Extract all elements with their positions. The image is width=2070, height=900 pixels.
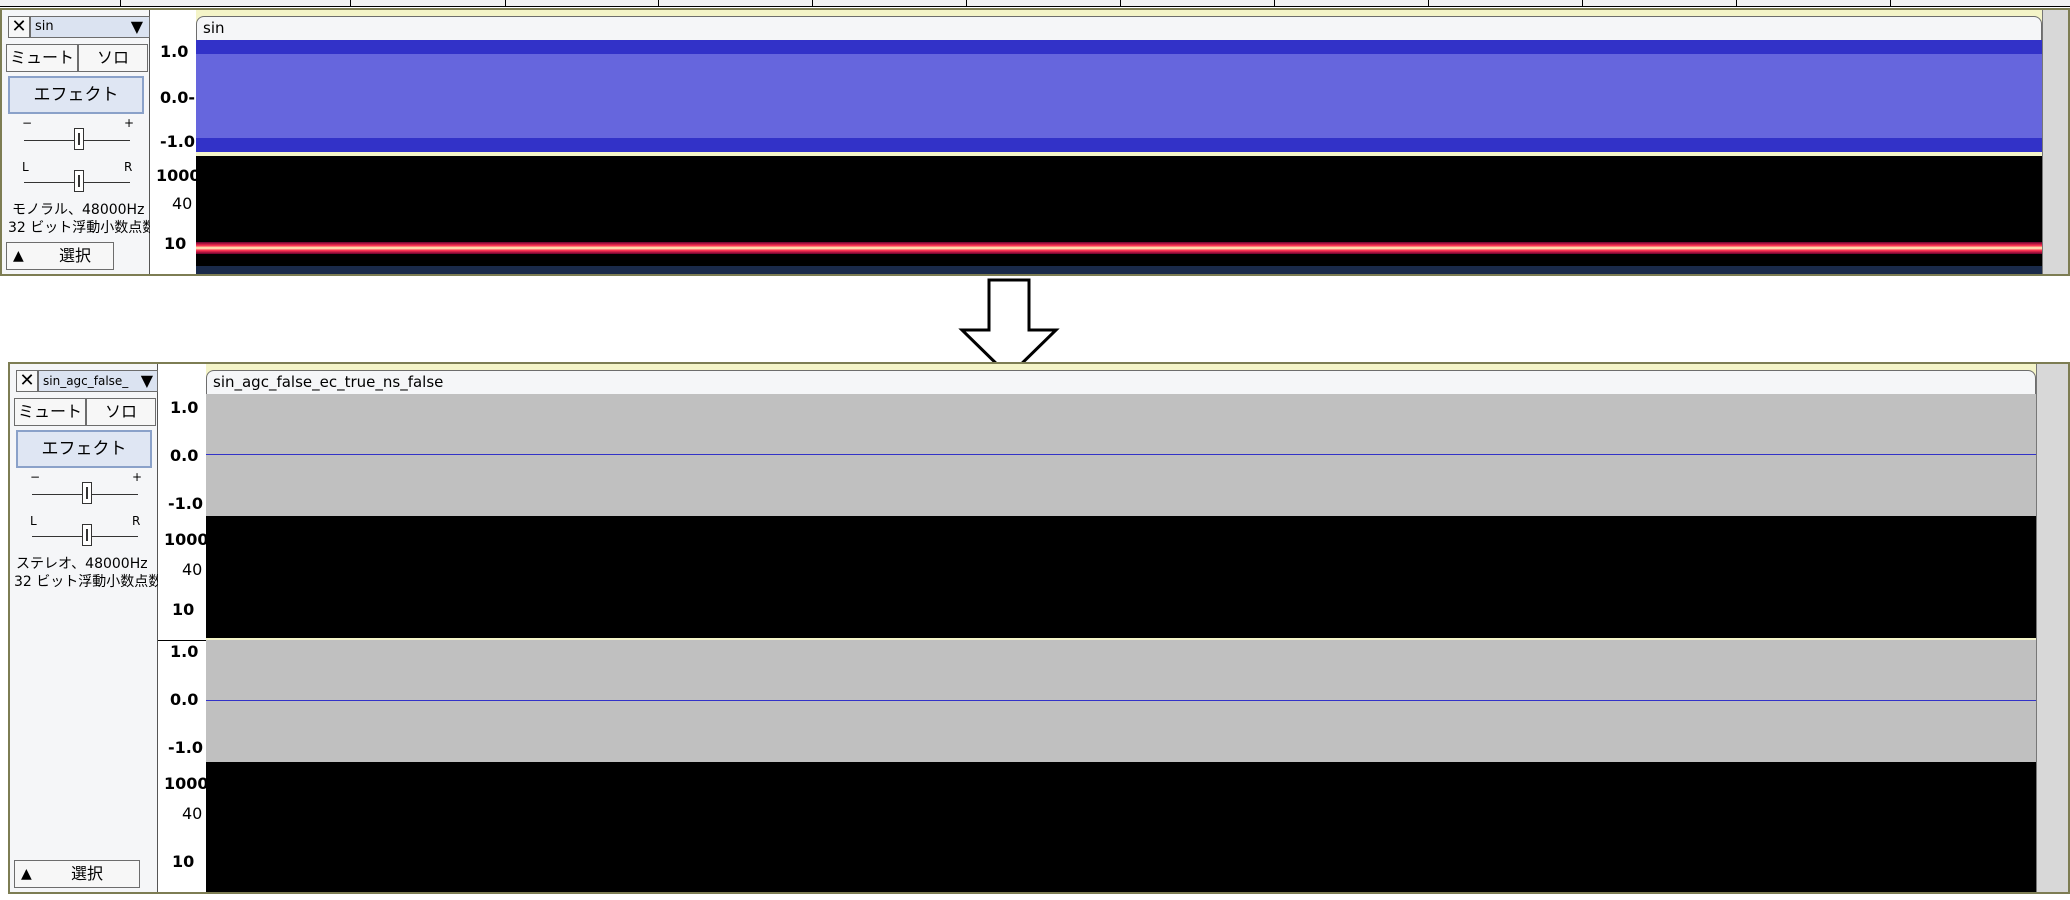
mute-button[interactable]: ミュート (6, 44, 78, 72)
clip-title: sin_agc_false_ec_true_ns_false (213, 373, 444, 391)
collapse-up-icon: ▲ (21, 866, 32, 882)
track-control-panel: ✕ sin_agc_false_ ▼ ミュート ソロ エフェクト − + L R… (10, 364, 162, 892)
waveform-peak-top (196, 40, 2042, 54)
chevron-down-icon: ▼ (140, 371, 153, 390)
solo-button[interactable]: ソロ (86, 398, 156, 426)
spectrogram-area-right[interactable] (206, 762, 2036, 892)
spec-scale-mid: 40 (182, 804, 203, 823)
track-control-panel: ✕ sin ▼ ミュート ソロ エフェクト − + L R モノラル、48000… (2, 10, 156, 274)
gain-plus-label: + (124, 116, 135, 130)
waveform-area[interactable] (196, 40, 2042, 152)
ruler-tick (1274, 0, 1275, 6)
spec-scale-top: 1000 (164, 530, 209, 549)
waveform-center-line (206, 700, 2036, 701)
spectrogram-tone-band (196, 242, 2042, 254)
effects-button[interactable]: エフェクト (8, 76, 144, 114)
wave-scale-mid: 0.0- (160, 88, 195, 107)
clip-title-bar[interactable]: sin_agc_false_ec_true_ns_false (206, 370, 2036, 394)
waveform-area-right[interactable] (206, 640, 2036, 762)
track-format-bits: 32 ビット浮動小数点数 (8, 220, 157, 236)
close-icon[interactable]: ✕ (8, 16, 30, 38)
select-label: 選択 (71, 864, 104, 883)
clip-title-bar[interactable]: sin (196, 16, 2042, 40)
spec-scale-bottom: 10 (172, 852, 195, 871)
ruler-tick (658, 0, 659, 6)
spec-scale-bottom: 10 (164, 234, 187, 253)
ruler-tick (966, 0, 967, 6)
track-name-menu[interactable]: sin_agc_false_ ▼ (38, 370, 158, 392)
wave-scale-top: 1.0 (160, 42, 189, 61)
channel-divider (158, 640, 206, 641)
gain-slider-thumb[interactable] (82, 482, 92, 504)
select-button[interactable]: ▲ 選択 (6, 242, 114, 270)
track-format-rate: モノラル、48000Hz (12, 202, 145, 218)
waveform-center-line (206, 454, 2036, 455)
waveform-peak-bottom (196, 138, 2042, 152)
gain-plus-label: + (132, 470, 143, 484)
ruler-tick (505, 0, 506, 6)
track-vertical-scrollbar[interactable] (2036, 364, 2068, 892)
spec-scale-mid: 40 (182, 560, 203, 579)
track-vertical-scrollbar[interactable] (2042, 10, 2068, 274)
track-name: sin_agc_false_ (43, 374, 129, 388)
vertical-ruler: 1.0 0.0 -1.0 1000 40 10 1.0 0.0 -1.0 100… (158, 364, 209, 892)
ruler-tick (1736, 0, 1737, 6)
pan-slider-thumb[interactable] (82, 524, 92, 546)
ruler-tick (812, 0, 813, 6)
ruler-tick (120, 0, 121, 6)
waveform-area-left[interactable] (206, 394, 2036, 516)
pan-right-label: R (132, 514, 141, 528)
vertical-ruler: 1.0 0.0- -1.0 1000 40 10 (150, 10, 201, 274)
spectrogram-area[interactable] (196, 156, 2042, 274)
gain-minus-label: − (22, 116, 33, 130)
wave-scale-bottom: -1.0 (168, 494, 203, 513)
effects-button[interactable]: エフェクト (16, 430, 152, 468)
select-button[interactable]: ▲ 選択 (14, 860, 140, 888)
wave-scale-bottom: -1.0 (160, 132, 195, 151)
wave-scale-top: 1.0 (170, 398, 199, 417)
track-sin-agc: ✕ sin_agc_false_ ▼ ミュート ソロ エフェクト − + L R… (8, 362, 2070, 894)
pan-slider-thumb[interactable] (74, 170, 84, 192)
gain-minus-label: − (30, 470, 41, 484)
gain-slider-thumb[interactable] (74, 128, 84, 150)
spec-scale-top: 1000 (156, 166, 201, 185)
collapse-up-icon: ▲ (13, 248, 24, 264)
ruler-tick (1890, 0, 1891, 6)
ruler-tick (1582, 0, 1583, 6)
track-sin: ✕ sin ▼ ミュート ソロ エフェクト − + L R モノラル、48000… (0, 8, 2070, 276)
mute-button[interactable]: ミュート (14, 398, 86, 426)
track-format-rate: ステレオ、48000Hz (16, 556, 148, 572)
close-icon[interactable]: ✕ (16, 370, 38, 392)
wave-scale-bottom: -1.0 (168, 738, 203, 757)
clip-title: sin (203, 19, 225, 37)
wave-scale-top: 1.0 (170, 642, 199, 661)
wave-scale-mid: 0.0 (170, 446, 199, 465)
spec-scale-mid: 40 (172, 194, 193, 213)
track-name: sin (35, 19, 54, 34)
spectrogram-area-left[interactable] (206, 516, 2036, 638)
ruler-tick (350, 0, 351, 6)
select-label: 選択 (59, 246, 92, 265)
ruler-tick (1120, 0, 1121, 6)
spec-scale-bottom: 10 (172, 600, 195, 619)
pan-left-label: L (22, 160, 29, 174)
wave-scale-mid: 0.0 (170, 690, 199, 709)
spec-scale-top: 1000 (164, 774, 209, 793)
pan-left-label: L (30, 514, 37, 528)
ruler-tick (1428, 0, 1429, 6)
spectrogram-low-band (196, 266, 2042, 274)
chevron-down-icon: ▼ (130, 17, 143, 36)
track-name-menu[interactable]: sin ▼ (30, 16, 150, 38)
pan-right-label: R (124, 160, 133, 174)
timeline-ruler[interactable] (0, 0, 2070, 7)
track-format-bits: 32 ビット浮動小数点数 (14, 574, 163, 590)
solo-button[interactable]: ソロ (78, 44, 148, 72)
